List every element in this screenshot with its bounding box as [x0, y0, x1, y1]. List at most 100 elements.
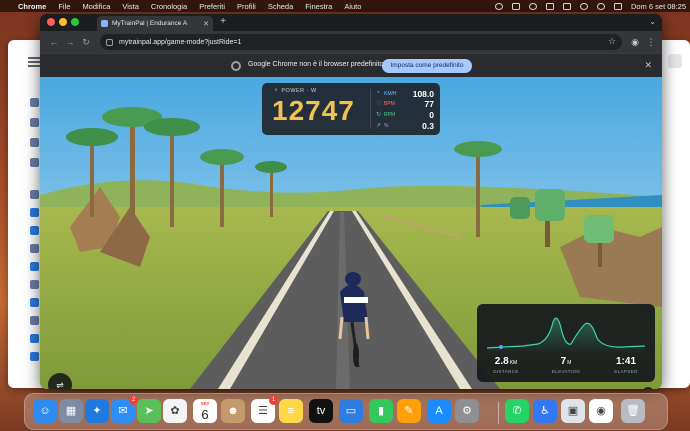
sidebar-icon[interactable]: [30, 98, 39, 107]
launchpad-glyph: ▦: [65, 405, 77, 417]
spotlight-icon[interactable]: [596, 2, 605, 10]
sidebar-icon[interactable]: [30, 280, 39, 289]
dock-chrome-icon[interactable]: ◉: [589, 399, 613, 423]
address-bar[interactable]: mytrainpal.app/game-mode?justRide=1 ☆: [100, 34, 622, 50]
menu-preferiti[interactable]: Preferiti: [199, 2, 225, 11]
sidebar-icon[interactable]: [30, 208, 39, 217]
profile-avatar-icon[interactable]: ◉: [628, 35, 642, 49]
wifi-icon[interactable]: [579, 2, 588, 10]
menu-cronologia[interactable]: Cronologia: [151, 2, 187, 11]
url-text[interactable]: mytrainpal.app/game-mode?justRide=1: [119, 39, 241, 46]
tab-title: MyTrainPal | Endurance A: [112, 20, 188, 27]
bg-toolbar-icon[interactable]: [668, 54, 682, 68]
dock-notes-icon[interactable]: ≡: [279, 399, 303, 423]
menu-bar: Chrome File Modifica Vista Cronologia Pr…: [0, 0, 690, 12]
menu-vista[interactable]: Vista: [122, 2, 139, 11]
set-default-button[interactable]: Imposta come predefinito: [382, 59, 472, 73]
elevation-unit: M: [567, 360, 572, 366]
dock-calendar-icon[interactable]: SET 6: [193, 399, 217, 423]
dock-app-store-icon[interactable]: A: [427, 399, 451, 423]
dock-pages-icon[interactable]: ✎: [397, 399, 421, 423]
sidebar-icon[interactable]: [30, 190, 39, 199]
bookmark-star-icon[interactable]: ☆: [608, 36, 616, 47]
dock-whatsapp-icon[interactable]: ✆: [505, 399, 529, 423]
metric-label: KM/H: [384, 91, 397, 97]
preview-glyph: ▣: [567, 405, 579, 417]
sidebar-icon[interactable]: [30, 158, 39, 167]
sidebar-icon[interactable]: [30, 138, 39, 147]
status-dot-icon[interactable]: [494, 2, 503, 10]
dock-contacts-icon[interactable]: ☻: [221, 399, 245, 423]
zoom-window-button[interactable]: [71, 18, 79, 26]
mytrainpal-favicon-icon: [101, 20, 108, 27]
back-button[interactable]: ←: [48, 36, 60, 48]
metric-heart-rate: ♡ BPM 77: [376, 99, 434, 109]
dock-reminders-icon[interactable]: ☰ 1: [251, 396, 278, 423]
dock-preview-icon[interactable]: ▣: [561, 399, 585, 423]
tab-close-icon[interactable]: ✕: [203, 20, 209, 28]
sidebar-icon[interactable]: [30, 352, 39, 361]
minimize-window-button[interactable]: [59, 18, 67, 26]
dock-keynote-icon[interactable]: ▭: [339, 399, 363, 423]
menu-profili[interactable]: Profili: [237, 2, 256, 11]
numbers-glyph: ▮: [377, 405, 385, 417]
dock-launchpad-icon[interactable]: ▦: [59, 399, 83, 423]
metric-label: BPM: [384, 101, 395, 107]
background-sidebar: [8, 90, 40, 388]
app-store-glyph: A: [435, 405, 443, 417]
dock-accessibility-icon[interactable]: ♿: [533, 399, 557, 423]
bluetooth-icon[interactable]: [545, 2, 554, 10]
infobar-close-icon[interactable]: ✕: [644, 60, 652, 71]
dock-mail-icon[interactable]: ✉ 2: [111, 396, 138, 423]
screen-mirror-icon[interactable]: [511, 2, 520, 10]
photos-glyph: ✿: [170, 405, 180, 417]
metric-grade: ↗ % 0.3: [376, 121, 434, 131]
whatsapp-glyph: ✆: [512, 405, 522, 417]
menu-chrome[interactable]: Chrome: [18, 2, 46, 11]
chrome-menu-icon[interactable]: ⋮: [644, 35, 658, 49]
game-viewport[interactable]: ⚡ POWER · W 12747 ◔ KM/H 108.0 ♡ BPM 77 ↻…: [40, 77, 662, 389]
metric-label: RPM: [384, 112, 396, 118]
dock-maps-icon[interactable]: ➤: [137, 399, 161, 423]
dock-finder-icon[interactable]: ☺: [33, 399, 57, 423]
battery-icon[interactable]: [562, 2, 571, 10]
menu-modifica[interactable]: Modifica: [82, 2, 110, 11]
sidebar-icon[interactable]: [30, 262, 39, 271]
menubar-clock[interactable]: Dom 6 set 08:25: [631, 2, 686, 11]
calendar-day: 6: [201, 407, 209, 422]
system-settings-glyph: ⚙: [462, 405, 472, 417]
sidebar-icon[interactable]: [30, 226, 39, 235]
dock-numbers-icon[interactable]: ▮: [369, 399, 393, 423]
forward-button[interactable]: →: [64, 36, 76, 48]
dock-tv-icon[interactable]: tv: [309, 399, 333, 423]
sidebar-icon[interactable]: [30, 118, 39, 127]
tab-search-chevron-icon[interactable]: ⌄: [649, 17, 656, 26]
cloud-icon[interactable]: [528, 2, 537, 10]
tab-mytrainpal[interactable]: MyTrainPal | Endurance A ✕: [97, 16, 213, 31]
browser-toolbar: ← → ↻ mytrainpal.app/game-mode?justRide=…: [40, 31, 662, 53]
dock-trash-icon[interactable]: 🗑: [621, 399, 645, 423]
new-tab-button[interactable]: +: [217, 16, 229, 28]
dock-photos-icon[interactable]: ✿: [163, 399, 187, 423]
dock-safari-icon[interactable]: ✦: [85, 399, 109, 423]
menu-file[interactable]: File: [58, 2, 70, 11]
stat-distance: 2.8KM DISTANCE: [481, 356, 531, 374]
sidebar-icon[interactable]: [30, 334, 39, 343]
chrome-logo-icon: [231, 61, 241, 71]
menu-aiuto[interactable]: Aiuto: [344, 2, 361, 11]
control-center-icon[interactable]: [613, 2, 622, 10]
elevation-value: 7: [560, 356, 567, 367]
dock-system-settings-icon[interactable]: ⚙: [455, 399, 479, 423]
sidebar-icon[interactable]: [30, 316, 39, 325]
power-label: ⚡ POWER · W: [274, 88, 317, 94]
close-window-button[interactable]: [47, 18, 55, 26]
reload-button[interactable]: ↻: [80, 36, 92, 48]
site-info-icon[interactable]: [106, 38, 113, 46]
menu-scheda[interactable]: Scheda: [268, 2, 293, 11]
elapsed-label: ELAPSED: [614, 369, 638, 374]
sidebar-icon[interactable]: [30, 244, 39, 253]
menu-finestra[interactable]: Finestra: [305, 2, 332, 11]
power-value: 12747: [272, 95, 355, 126]
sidebar-icon[interactable]: [30, 298, 39, 307]
distance-label: DISTANCE: [493, 369, 519, 374]
